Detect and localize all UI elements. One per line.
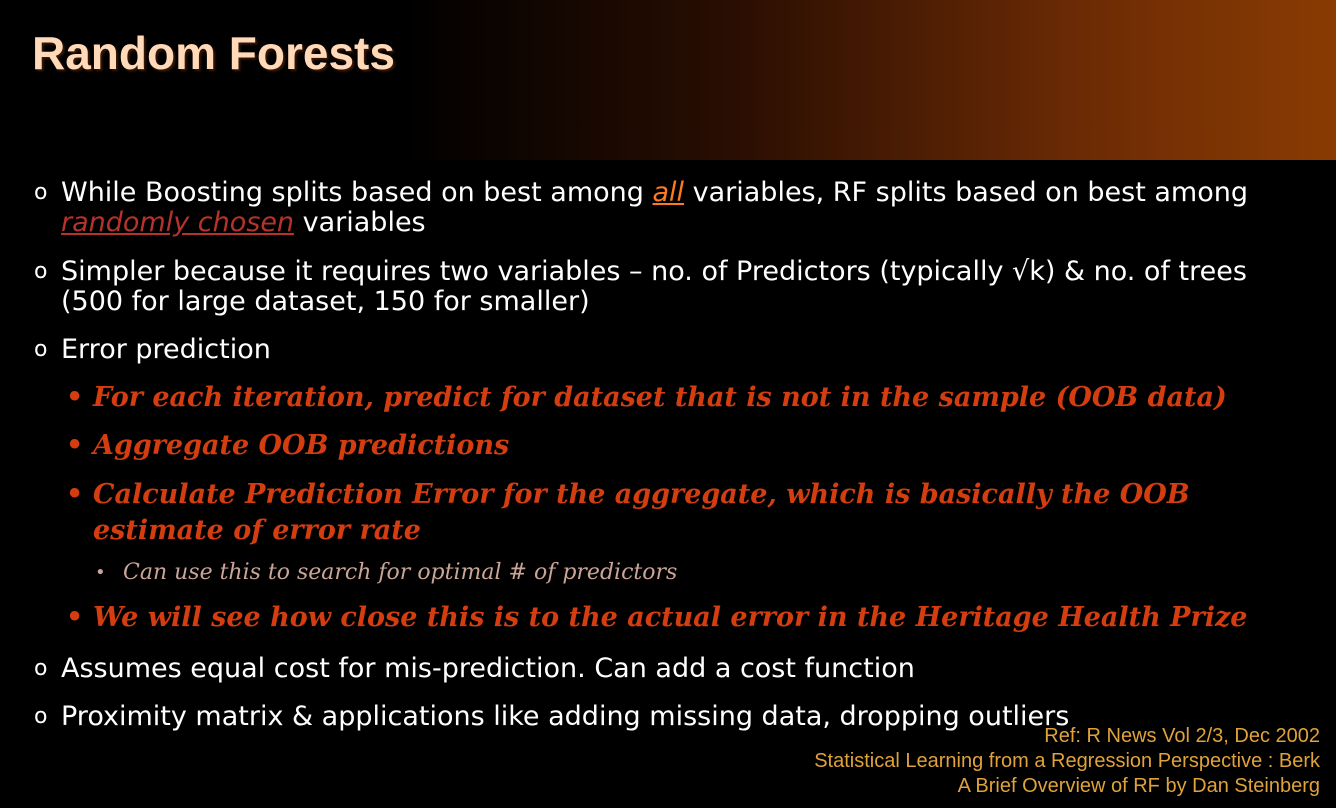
sub-bullet-text: We will see how close this is to the act… [93, 602, 1248, 633]
sub-bullet-calculate-error: • Calculate Prediction Error for the agg… [66, 477, 1296, 549]
bullet-equal-cost: o Assumes equal cost for mis-prediction.… [34, 654, 1314, 684]
sub-bullet-heritage-health: • We will see how close this is to the a… [66, 600, 1296, 636]
sub-bullet-marker: • [66, 382, 84, 413]
sub-bullet-oob-iteration: • For each iteration, predict for datase… [66, 380, 1296, 416]
references: Ref: R News Vol 2/3, Dec 2002 Statistica… [814, 724, 1320, 799]
sub-sub-bullet-text: Can use this to search for optimal # of … [123, 560, 678, 585]
bullet-text-post: variables [294, 207, 426, 238]
sub-bullet-marker: • [66, 602, 84, 633]
bullet-text: While Boosting splits based on best amon… [61, 178, 1314, 238]
reference-line: Ref: R News Vol 2/3, Dec 2002 [1044, 725, 1320, 747]
bullet-error-prediction: o Error prediction [34, 335, 1314, 365]
sub-sub-bullet-marker: • [95, 562, 106, 583]
reference-line: A Brief Overview of RF by Dan Steinberg [957, 775, 1320, 797]
sub-bullet-text: Aggregate OOB predictions [93, 430, 510, 461]
bullet-marker: o [34, 337, 48, 362]
sub-bullet-marker: • [66, 479, 84, 510]
emphasis-all: all [652, 177, 685, 208]
sub-bullet-marker: • [66, 430, 84, 461]
emphasis-randomly-chosen: randomly chosen [61, 207, 295, 238]
bullet-simpler: o Simpler because it requires two variab… [34, 257, 1314, 317]
bullet-marker: o [34, 704, 48, 729]
slide: Random Forests o While Boosting splits b… [0, 0, 1336, 808]
sub-sub-bullet-optimal-predictors: • Can use this to search for optimal # o… [95, 559, 1295, 587]
bullet-text: Error prediction [61, 334, 271, 365]
bullet-text-mid: variables, RF splits based on best among [684, 177, 1249, 208]
bullet-marker: o [34, 180, 48, 205]
bullet-marker: o [34, 656, 48, 681]
slide-body: o While Boosting splits based on best am… [0, 0, 1336, 808]
bullet-boosting-vs-rf: o While Boosting splits based on best am… [34, 178, 1314, 238]
sub-bullet-text: Calculate Prediction Error for the aggre… [93, 479, 1190, 546]
bullet-text: Assumes equal cost for mis-prediction. C… [61, 653, 915, 684]
sub-bullet-aggregate-oob: • Aggregate OOB predictions [66, 428, 1296, 464]
reference-line: Statistical Learning from a Regression P… [814, 750, 1320, 772]
bullet-text-pre: While Boosting splits based on best amon… [61, 177, 653, 208]
bullet-text: Simpler because it requires two variable… [61, 256, 1247, 317]
sub-bullet-text: For each iteration, predict for dataset … [93, 382, 1227, 413]
bullet-marker: o [34, 259, 48, 284]
